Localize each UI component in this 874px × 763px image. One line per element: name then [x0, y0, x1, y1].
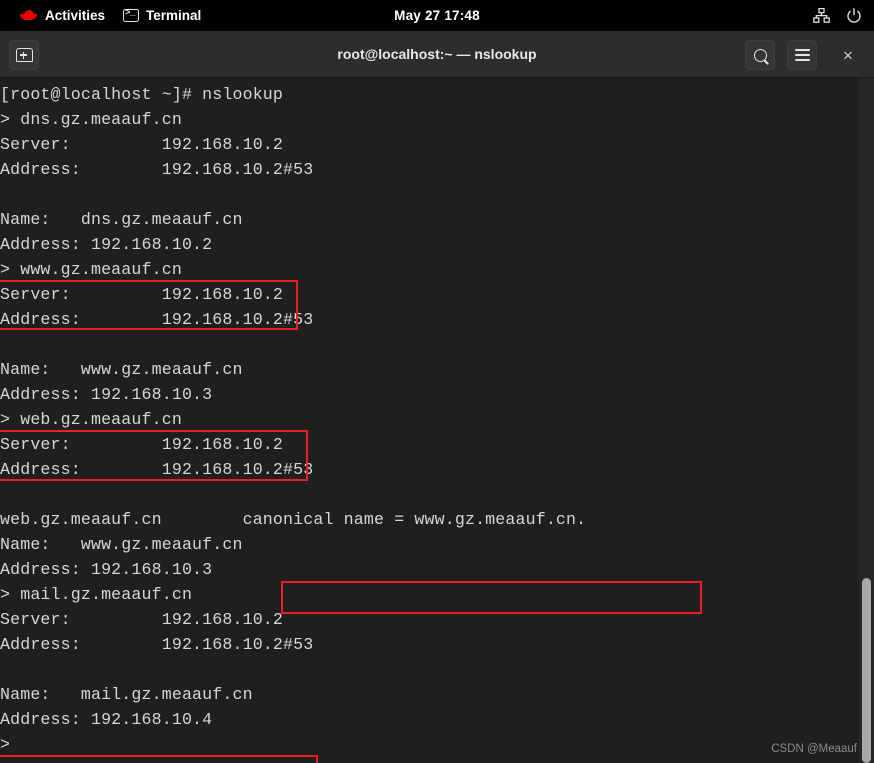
terminal-output: [root@localhost ~]# nslookup > dns.gz.me…	[0, 85, 587, 754]
menu-button[interactable]	[787, 40, 817, 70]
close-window-button[interactable]: ×	[833, 40, 863, 70]
terminal-view[interactable]: [root@localhost ~]# nslookup > dns.gz.me…	[0, 78, 874, 763]
scrollbar-thumb[interactable]	[862, 578, 871, 763]
window-titlebar: root@localhost:~ — nslookup ×	[0, 31, 874, 78]
system-status-area[interactable]	[813, 0, 862, 31]
window-title: root@localhost:~ — nslookup	[337, 46, 537, 62]
gnome-top-bar: Activities Terminal May 27 17:48	[0, 0, 874, 31]
close-icon: ×	[843, 45, 853, 65]
terminal-scrollbar[interactable]	[859, 78, 874, 763]
clock[interactable]: May 27 17:48	[0, 8, 874, 23]
power-icon[interactable]	[846, 7, 862, 24]
network-icon[interactable]	[813, 8, 830, 23]
watermark: CSDN @Meaauf	[771, 743, 857, 755]
search-icon	[753, 48, 767, 62]
desktop-screen: Activities Terminal May 27 17:48	[0, 0, 874, 763]
search-button[interactable]	[745, 40, 775, 70]
hamburger-menu-icon	[794, 46, 810, 64]
